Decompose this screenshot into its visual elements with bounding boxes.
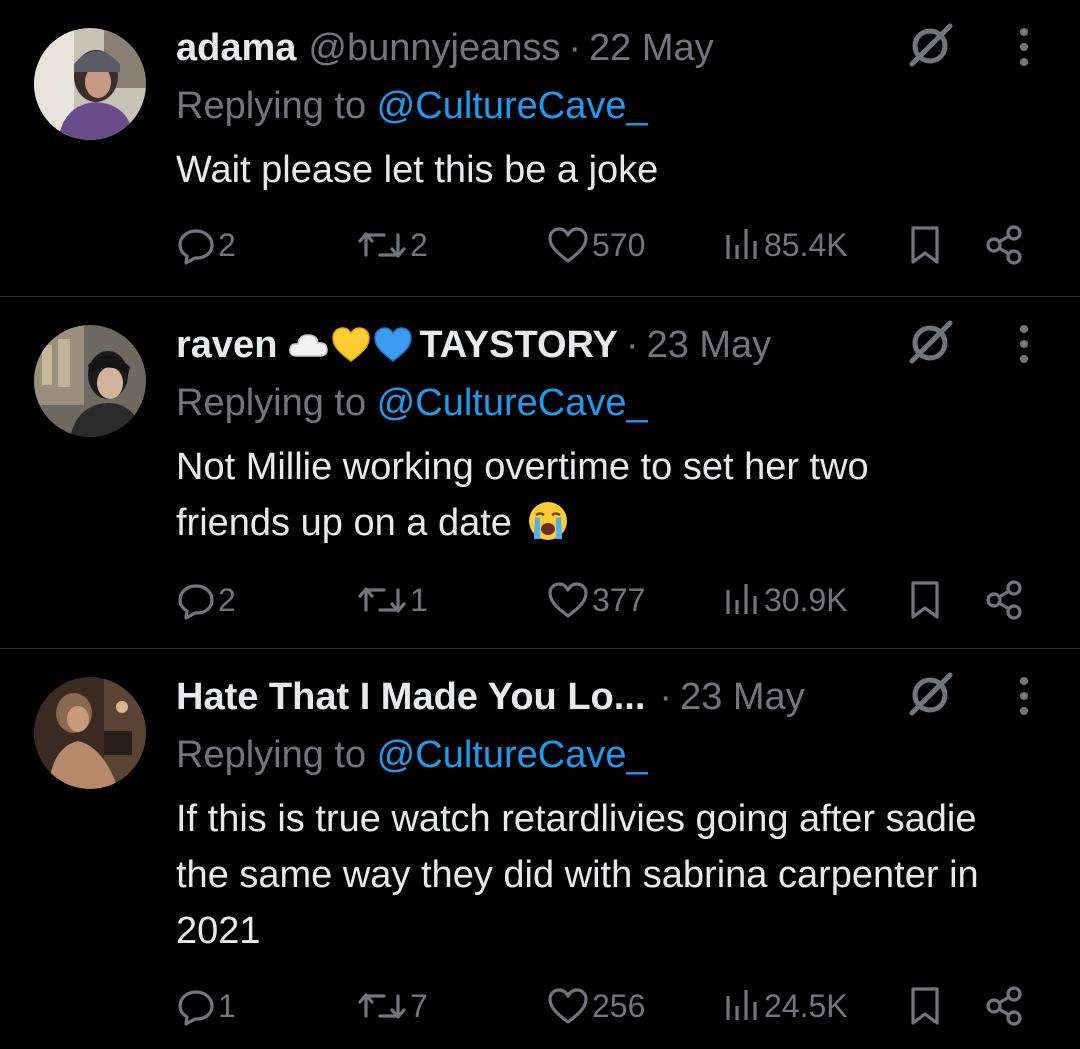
reply-count: 2 <box>218 582 236 618</box>
display-name[interactable]: Hate That I Made You Lo... <box>176 673 645 721</box>
separator-dot: · <box>659 676 673 718</box>
share-icon[interactable] <box>984 224 1026 266</box>
cloud-emoji <box>289 334 329 357</box>
action-bar: 1 7 256 24.5K <box>0 981 1080 1031</box>
repost-count: 7 <box>410 988 428 1024</box>
heart-icon <box>548 582 588 618</box>
repost-button[interactable]: 1 <box>356 575 428 625</box>
tweet-header: adama @bunnyjeanss · 22 May <box>176 24 714 72</box>
like-button[interactable]: 377 <box>546 575 645 625</box>
share-icon[interactable] <box>984 579 1026 621</box>
tweet-date[interactable]: 23 May <box>647 321 772 369</box>
name-emojis <box>287 326 413 364</box>
reply-button[interactable]: 1 <box>176 981 236 1031</box>
repost-icon <box>358 232 406 258</box>
action-bar: 2 2 570 85.4K <box>0 220 1080 270</box>
avatar[interactable] <box>34 325 146 437</box>
view-count: 85.4K <box>764 227 848 263</box>
reply-tweet[interactable]: Hate That I Made You Lo... · 23 May Repl… <box>0 649 1080 1049</box>
reply-button[interactable]: 2 <box>176 220 236 270</box>
more-vertical-icon[interactable] <box>1004 22 1044 72</box>
like-count: 256 <box>592 988 646 1024</box>
views-chart-icon <box>726 229 757 259</box>
tweet-header: raven TAYSTORY · 23 May <box>176 321 771 369</box>
heart-icon <box>548 227 588 263</box>
bookmark-icon[interactable] <box>908 579 942 621</box>
yellow-heart-emoji <box>332 327 371 362</box>
reply-button[interactable]: 2 <box>176 575 236 625</box>
reply-count: 2 <box>218 227 236 263</box>
display-name[interactable]: adama <box>176 24 296 72</box>
avatar[interactable] <box>34 677 146 789</box>
tweet-text-content: Not Millie working overtime to set her t… <box>176 446 869 544</box>
views-chart-icon <box>726 990 757 1020</box>
bookmark-icon[interactable] <box>908 224 942 266</box>
loudly-crying-face-emoji <box>529 502 568 540</box>
replying-to: Replying to @CultureCave_ <box>176 379 648 427</box>
avatar[interactable] <box>34 28 146 140</box>
blue-heart-emoji <box>374 327 413 362</box>
tweet-text-content: Wait please let this be a joke <box>176 149 659 191</box>
tweet-text: If this is true watch retardlivies going… <box>176 791 986 959</box>
repost-count: 2 <box>410 227 428 263</box>
mention-link[interactable]: @CultureCave_ <box>377 382 648 424</box>
separator-dot: · <box>625 324 639 366</box>
repost-button[interactable]: 2 <box>356 220 428 270</box>
comment-icon <box>178 229 214 265</box>
replying-to: Replying to @CultureCave_ <box>176 82 648 130</box>
views-chart-icon <box>726 584 757 614</box>
repost-icon <box>358 993 406 1019</box>
like-count: 377 <box>592 582 646 618</box>
reply-count: 1 <box>218 988 236 1024</box>
tweet-text-content: If this is true watch retardlivies going… <box>176 798 979 952</box>
display-name[interactable]: raven <box>176 321 277 369</box>
heart-icon <box>548 988 588 1024</box>
user-handle[interactable]: @bunnyjeanss <box>308 24 560 72</box>
tweet-date[interactable]: 22 May <box>589 24 714 72</box>
display-name-suffix[interactable]: TAYSTORY <box>419 321 618 369</box>
tweet-text: Not Millie working overtime to set her t… <box>176 439 976 551</box>
views-button[interactable]: 24.5K <box>722 981 848 1031</box>
replying-prefix: Replying to <box>176 382 377 424</box>
like-button[interactable]: 256 <box>546 981 645 1031</box>
view-count: 30.9K <box>764 582 848 618</box>
more-vertical-icon[interactable] <box>1004 671 1044 721</box>
bookmark-icon[interactable] <box>908 985 942 1027</box>
reply-tweet[interactable]: adama @bunnyjeanss · 22 May Replying to … <box>0 0 1080 296</box>
replying-prefix: Replying to <box>176 85 377 127</box>
grok-icon[interactable] <box>904 18 958 72</box>
grok-icon[interactable] <box>904 315 958 369</box>
mention-link[interactable]: @CultureCave_ <box>377 734 648 776</box>
replying-prefix: Replying to <box>176 734 377 776</box>
more-vertical-icon[interactable] <box>1004 319 1044 369</box>
tweet-date[interactable]: 23 May <box>680 673 805 721</box>
repost-icon <box>358 587 406 613</box>
views-button[interactable]: 85.4K <box>722 220 848 270</box>
reply-tweet[interactable]: raven TAYSTORY · 23 May Replying to @Cul… <box>0 297 1080 648</box>
separator-dot: · <box>568 27 582 69</box>
action-bar: 2 1 377 30.9K <box>0 575 1080 625</box>
repost-button[interactable]: 7 <box>356 981 428 1031</box>
comment-icon <box>178 990 214 1026</box>
views-button[interactable]: 30.9K <box>722 575 848 625</box>
tweet-text: Wait please let this be a joke <box>176 142 996 198</box>
like-button[interactable]: 570 <box>546 220 645 270</box>
tweet-header: Hate That I Made You Lo... · 23 May <box>176 673 805 721</box>
mention-link[interactable]: @CultureCave_ <box>377 85 648 127</box>
grok-icon[interactable] <box>904 667 958 721</box>
view-count: 24.5K <box>764 988 848 1024</box>
replying-to: Replying to @CultureCave_ <box>176 731 648 779</box>
comment-icon <box>178 584 214 620</box>
repost-count: 1 <box>410 582 428 618</box>
share-icon[interactable] <box>984 985 1026 1027</box>
like-count: 570 <box>592 227 646 263</box>
